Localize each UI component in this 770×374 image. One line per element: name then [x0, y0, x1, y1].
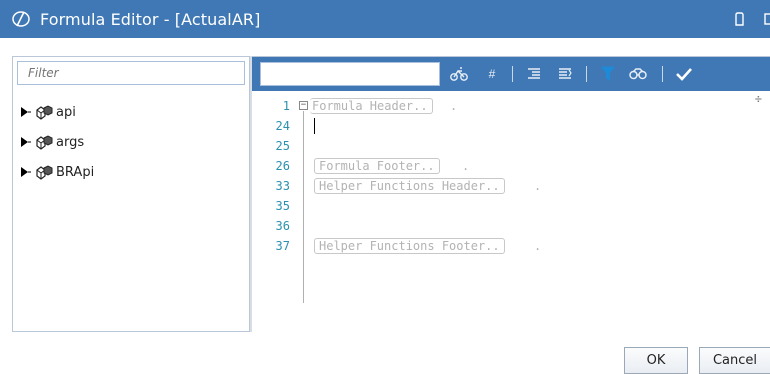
code-line: 24	[252, 117, 770, 135]
line-number: 33	[275, 179, 290, 193]
region-suffix: .	[462, 159, 470, 173]
line-number: 35	[275, 199, 290, 213]
line-number: 1	[282, 99, 290, 113]
collapsed-region[interactable]: Formula Footer..	[314, 158, 440, 174]
namespace-icon	[35, 164, 53, 180]
restore-icon[interactable]	[729, 9, 749, 29]
indent-icon[interactable]	[524, 64, 544, 84]
region-suffix: .	[450, 99, 458, 113]
tree-panel: api args BRApi	[12, 56, 250, 332]
tree-item-label: BRApi	[56, 164, 95, 180]
toolbar-separator	[662, 66, 663, 82]
title-bar: Formula Editor - [ActualAR]	[0, 0, 770, 38]
toolbar-separator	[512, 66, 513, 82]
tree-item-brapi[interactable]: BRApi	[19, 157, 94, 187]
region-suffix: .	[534, 239, 542, 253]
line-number: 37	[275, 239, 290, 253]
logo-icon	[10, 8, 32, 30]
line-number: 36	[275, 219, 290, 233]
line-number: 25	[275, 139, 290, 153]
filter-icon[interactable]	[598, 64, 618, 84]
collapsed-region[interactable]: Helper Functions Footer..	[314, 238, 505, 254]
filter-input[interactable]	[17, 61, 245, 85]
editor-toolbar: #	[252, 57, 770, 91]
editor-panel: # ÷ 1 − Formula Header.. . 24 25 26 Form…	[252, 56, 770, 332]
expand-arrow-icon[interactable]	[19, 104, 35, 120]
tree-item-args[interactable]: args	[19, 127, 94, 157]
collapsed-region[interactable]: Helper Functions Header..	[314, 178, 505, 194]
expand-arrow-icon[interactable]	[19, 164, 35, 180]
check-icon[interactable]	[673, 64, 695, 84]
code-line: 26 Formula Footer.. .	[252, 157, 770, 175]
search-input[interactable]	[260, 62, 440, 86]
code-line: 35	[252, 197, 770, 215]
maximize-icon[interactable]	[760, 9, 770, 29]
binoculars-icon[interactable]	[627, 64, 649, 84]
code-line: 25	[252, 137, 770, 155]
collapsed-region[interactable]: Formula Header..	[310, 98, 433, 114]
expand-arrow-icon[interactable]	[19, 134, 35, 150]
line-number: 24	[275, 119, 290, 133]
region-label: Helper Functions Footer..	[319, 239, 500, 253]
tree-item-api[interactable]: api	[19, 97, 94, 127]
tree-item-label: api	[56, 104, 76, 120]
cancel-button[interactable]: Cancel	[699, 347, 770, 374]
region-label: Formula Footer..	[319, 159, 435, 173]
tree-view: api args BRApi	[19, 97, 94, 187]
namespace-icon	[35, 104, 53, 120]
code-line: 33 Helper Functions Header.. .	[252, 177, 770, 195]
line-number: 26	[275, 159, 290, 173]
region-suffix: .	[534, 179, 542, 193]
window-title: Formula Editor - [ActualAR]	[40, 9, 261, 29]
fold-toggle-icon[interactable]: −	[299, 101, 308, 110]
text-cursor	[314, 118, 315, 134]
code-line: 1 − Formula Header.. .	[252, 97, 770, 115]
namespace-icon	[35, 134, 53, 150]
code-line: 36	[252, 217, 770, 235]
toolbar-separator	[586, 66, 587, 82]
ok-button[interactable]: OK	[624, 347, 688, 374]
bicycle-icon[interactable]	[448, 64, 470, 84]
code-editor[interactable]: ÷ 1 − Formula Header.. . 24 25 26 Formul…	[252, 91, 770, 332]
region-label: Formula Header..	[312, 99, 428, 113]
region-label: Helper Functions Header..	[319, 179, 500, 193]
hash-icon[interactable]: #	[484, 64, 500, 84]
outdent-icon[interactable]	[555, 64, 575, 84]
code-line: 37 Helper Functions Footer.. .	[252, 237, 770, 255]
tree-item-label: args	[56, 134, 85, 150]
